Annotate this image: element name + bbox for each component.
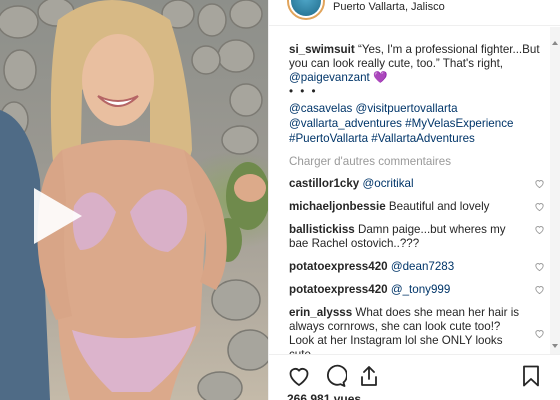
comment-username[interactable]: potatoexpress420 <box>289 283 388 296</box>
play-icon[interactable] <box>34 188 82 244</box>
comment-text: Beautiful and lovely <box>388 200 490 213</box>
comment-mention[interactable]: @_tony999 <box>391 283 450 296</box>
caption-dots: • • • <box>289 85 318 98</box>
caption-username[interactable]: si_swimsuit <box>289 43 355 56</box>
heart-outline-icon[interactable] <box>534 328 545 339</box>
comment-item: erin_alysss What does she mean her hair … <box>289 306 551 354</box>
comment-mention[interactable]: @ocritikal <box>363 177 414 190</box>
post-side-panel: Puerto Vallarta, Jalisco si_swimsuit “Ye… <box>268 0 560 400</box>
scroll-down-arrow-icon[interactable] <box>552 344 558 348</box>
share-icon[interactable] <box>357 364 381 388</box>
comment-item: potatoexpress420 @_tony999 <box>289 283 551 297</box>
comment-username[interactable]: erin_alysss <box>289 306 352 319</box>
comment-username[interactable]: potatoexpress420 <box>289 260 388 273</box>
caption-tags[interactable]: @casavelas @visitpuertovallarta @vallart… <box>289 101 551 146</box>
load-more-comments[interactable]: Charger d'autres commentaires <box>289 155 551 168</box>
purple-heart-emoji: 💜 <box>372 71 388 84</box>
heart-outline-icon[interactable] <box>534 178 545 189</box>
comment-item: ballistickiss Damn paige...but wheres my… <box>289 223 551 251</box>
comments-list[interactable]: si_swimsuit “Yes, I'm a professional fig… <box>269 27 551 354</box>
scrollbar[interactable] <box>550 27 560 354</box>
post-header: Puerto Vallarta, Jalisco <box>269 0 560 26</box>
scroll-up-arrow-icon[interactable] <box>552 41 558 45</box>
post-caption: si_swimsuit “Yes, I'm a professional fig… <box>289 27 551 85</box>
caption-mention[interactable]: @paigevanzant <box>289 71 370 84</box>
bookmark-icon[interactable] <box>519 364 543 388</box>
avatar-image <box>291 0 321 16</box>
post-location[interactable]: Puerto Vallarta, Jalisco <box>333 1 445 13</box>
comment-username[interactable]: castillor1cky <box>289 177 359 190</box>
post-video[interactable] <box>0 0 268 400</box>
view-count: 266 981 vues <box>287 392 362 400</box>
heart-outline-icon[interactable] <box>534 224 545 235</box>
heart-icon[interactable] <box>287 364 311 388</box>
avatar[interactable] <box>287 0 325 20</box>
heart-outline-icon[interactable] <box>534 261 545 272</box>
comment-item: potatoexpress420 @dean7283 <box>289 260 551 274</box>
comment-item: michaeljonbessie Beautiful and lovely <box>289 200 551 214</box>
comment-item: castillor1cky @ocritikal <box>289 177 551 191</box>
heart-outline-icon[interactable] <box>534 201 545 212</box>
comment-icon[interactable] <box>323 364 347 388</box>
comment-username[interactable]: michaeljonbessie <box>289 200 386 213</box>
comment-mention[interactable]: @dean7283 <box>391 260 454 273</box>
heart-outline-icon[interactable] <box>534 284 545 295</box>
comment-username[interactable]: ballistickiss <box>289 223 355 236</box>
